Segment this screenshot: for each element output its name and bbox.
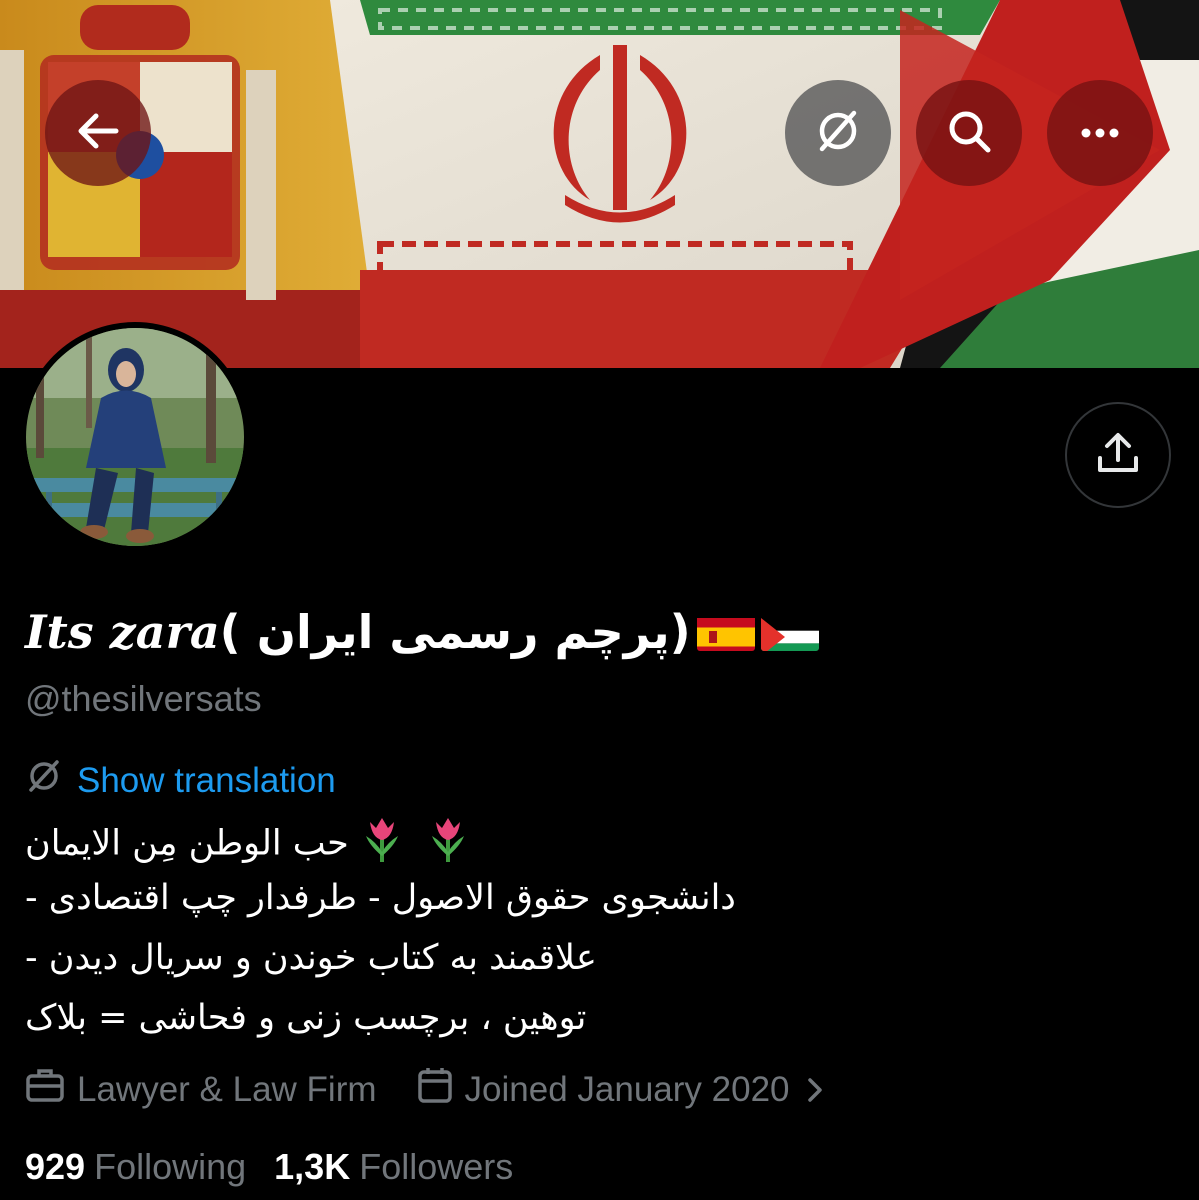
tulip-emojis (360, 816, 470, 873)
show-translation-link[interactable]: Show translation (25, 757, 336, 804)
display-name-latin: Its zara (25, 605, 220, 659)
palestine-flag-icon (760, 613, 819, 651)
share-button[interactable] (1065, 402, 1171, 508)
briefcase-icon (25, 1067, 77, 1112)
bio-line-1-text: حب الوطن مِن الایمان (25, 823, 349, 864)
display-name: Its zara (پرچم رسمی ایران ) (25, 598, 819, 666)
calendar-icon (417, 1066, 465, 1113)
followers-link[interactable]: 1,3K Followers (274, 1146, 513, 1188)
profile-stats: 929 Following 1,3K Followers (25, 1146, 513, 1188)
bio-line-1: حب الوطن مِن الایمان (25, 816, 496, 873)
category-label: Lawyer & Law Firm (77, 1069, 377, 1109)
globe-slash-icon (814, 107, 862, 159)
chevron-right-icon (806, 1076, 836, 1104)
joined-date[interactable]: Joined January 2020 (417, 1066, 836, 1113)
followers-label: Followers (359, 1146, 514, 1187)
avatar[interactable] (20, 322, 250, 552)
profile-banner (0, 0, 1199, 368)
share-upload-icon (1095, 430, 1141, 480)
followers-count: 1,3K (274, 1146, 351, 1187)
search-button[interactable] (916, 80, 1022, 186)
joined-label: Joined January 2020 (464, 1069, 790, 1109)
following-count: 929 (25, 1146, 86, 1187)
bio-line-3: علاقمند به کتاب خوندن و سریال دیدن - (25, 938, 597, 978)
show-translation-label[interactable]: Show translation (77, 761, 336, 801)
following-label: Following (94, 1146, 247, 1187)
category: Lawyer & Law Firm (25, 1067, 377, 1112)
display-name-persian: (پرچم رسمی ایران ) (219, 605, 691, 659)
tulip-icon (360, 816, 404, 873)
arrow-left-icon (76, 111, 120, 155)
tulip-icon (426, 816, 470, 873)
following-link[interactable]: 929 Following (25, 1146, 246, 1188)
more-button[interactable] (1047, 80, 1153, 186)
profile-meta: Lawyer & Law Firm Joined January 2020 (25, 1066, 836, 1113)
spain-flag-icon (696, 613, 755, 651)
search-icon (945, 107, 993, 159)
back-button[interactable] (45, 80, 151, 186)
bio-line-2: دانشجوی حقوق الاصول - طرفدار چپ اقتصادی … (25, 878, 736, 918)
translate-button[interactable] (785, 80, 891, 186)
more-dots-icon (1080, 124, 1120, 143)
globe-slash-icon (25, 757, 63, 804)
profile-handle: @thesilversats (25, 678, 262, 719)
bio-line-4: توهین ، برچسب زنی و فحاشی = بلاک (25, 998, 587, 1038)
